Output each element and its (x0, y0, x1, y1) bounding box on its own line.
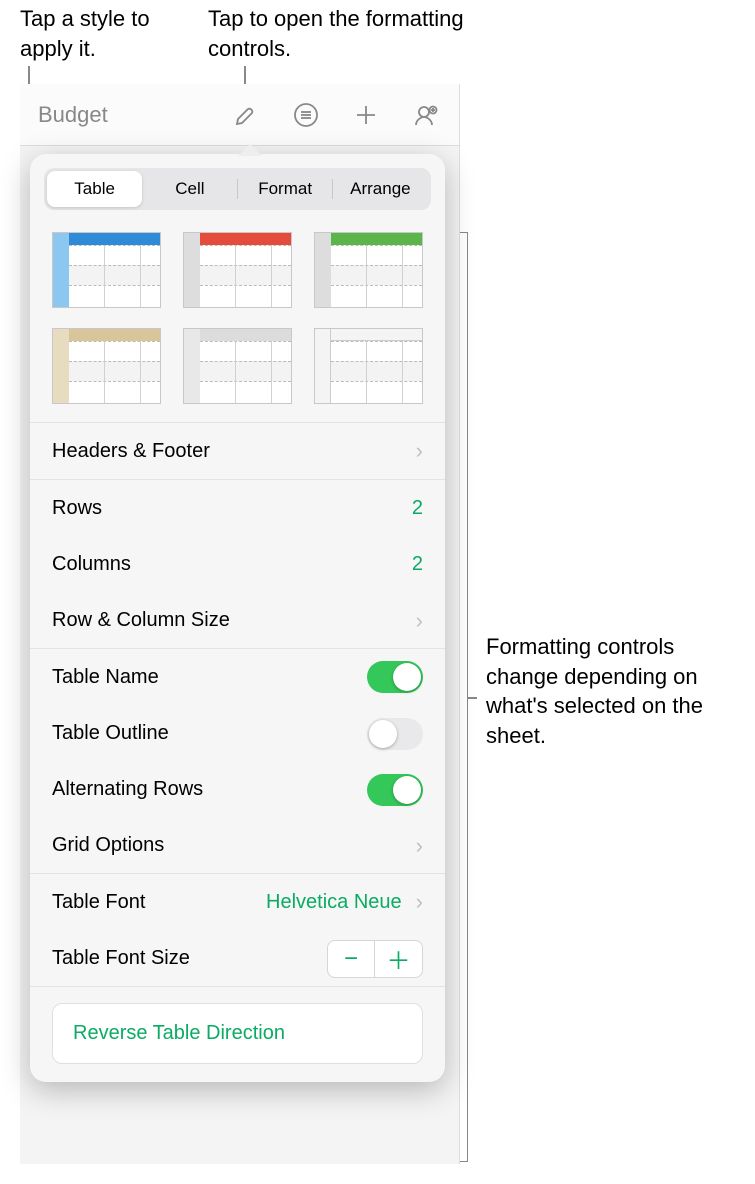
chevron-right-icon: › (416, 608, 423, 634)
table-style-white[interactable] (314, 328, 423, 404)
label: Alternating Rows (52, 778, 203, 801)
table-style-grey[interactable] (183, 328, 292, 404)
row-table-outline: Table Outline (52, 705, 423, 761)
row-table-font[interactable]: Table Font Helvetica Neue › (52, 874, 423, 930)
format-brush-icon[interactable] (231, 100, 261, 130)
value: 2 (412, 497, 423, 520)
table-style-green[interactable] (314, 232, 423, 308)
row-column-size[interactable]: Row & Column Size › (52, 592, 423, 648)
row-table-font-size: Table Font Size − ＋ (52, 930, 423, 986)
callout-style: Tap a style to apply it. (20, 4, 180, 63)
tab-cell[interactable]: Cell (142, 171, 237, 207)
toggle-table-outline[interactable] (367, 718, 423, 750)
label: Table Font Size (52, 947, 190, 970)
value: Helvetica Neue (266, 891, 402, 914)
document-title: Budget (38, 102, 108, 128)
tab-format[interactable]: Format (238, 171, 333, 207)
plus-icon[interactable] (351, 100, 381, 130)
chevron-right-icon: › (416, 889, 423, 915)
tab-table[interactable]: Table (47, 171, 142, 207)
row-rows[interactable]: Rows 2 (52, 480, 423, 536)
callout-panel: Formatting controls change depending on … (486, 632, 746, 751)
chevron-right-icon: › (416, 833, 423, 859)
label: Table Font (52, 891, 145, 914)
list-circle-icon[interactable] (291, 100, 321, 130)
tab-bar: Table Cell Format Arrange (44, 168, 431, 210)
tab-arrange[interactable]: Arrange (333, 171, 428, 207)
table-style-red[interactable] (183, 232, 292, 308)
font-size-stepper: − ＋ (327, 940, 423, 978)
minus-icon: − (344, 945, 358, 973)
table-style-tan[interactable] (52, 328, 161, 404)
label: Table Name (52, 666, 159, 689)
app-frame: Budget Table Cell Format Arrange (20, 84, 460, 1164)
format-popover: Table Cell Format Arrange (30, 154, 445, 1082)
row-grid-options[interactable]: Grid Options › (52, 817, 423, 873)
value: 2 (412, 553, 423, 576)
table-style-blue[interactable] (52, 232, 161, 308)
label: Rows (52, 497, 102, 520)
reverse-direction-button[interactable]: Reverse Table Direction (52, 1003, 423, 1064)
row-table-name: Table Name (52, 649, 423, 705)
toggle-alternating-rows[interactable] (367, 774, 423, 806)
label: Columns (52, 553, 131, 576)
row-alternating-rows: Alternating Rows (52, 761, 423, 817)
table-style-grid (30, 220, 445, 423)
callout-brace (460, 232, 468, 1162)
collaborate-icon[interactable] (411, 100, 441, 130)
plus-icon: ＋ (387, 941, 411, 976)
callout-format: Tap to open the formatting controls. (208, 4, 468, 63)
increase-button[interactable]: ＋ (375, 940, 423, 978)
label: Grid Options (52, 834, 164, 857)
label: Headers & Footer (52, 440, 210, 463)
decrease-button[interactable]: − (327, 940, 375, 978)
label: Row & Column Size (52, 609, 230, 632)
row-columns[interactable]: Columns 2 (52, 536, 423, 592)
label: Table Outline (52, 722, 169, 745)
toggle-table-name[interactable] (367, 661, 423, 693)
toolbar: Budget (20, 84, 459, 146)
row-headers-footer[interactable]: Headers & Footer › (52, 423, 423, 479)
chevron-right-icon: › (416, 438, 423, 464)
